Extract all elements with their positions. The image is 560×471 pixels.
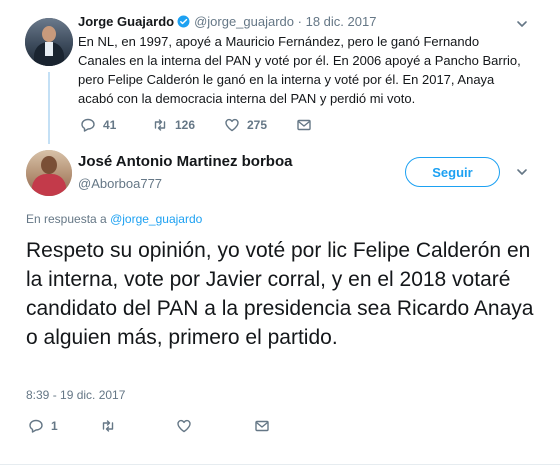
retweet-action[interactable]: 126	[152, 117, 224, 133]
reply-timestamp[interactable]: 8:39 - 19 dic. 2017	[26, 388, 125, 402]
envelope-icon	[254, 418, 270, 434]
like-count: 275	[247, 118, 268, 132]
reply-icon	[28, 418, 44, 434]
reply-count: 1	[51, 419, 58, 433]
reply-tweet-text: Respeto su opinión, yo voté por lic Feli…	[26, 239, 534, 349]
heart-icon	[176, 418, 192, 434]
parent-tweet-header: Jorge Guajardo @jorge_guajardo · 18 dic. …	[78, 14, 376, 29]
thread-connector-line	[48, 72, 50, 144]
reply-author-handle[interactable]: @Aborboa777	[78, 176, 162, 191]
retweet-icon	[152, 117, 168, 133]
reply-icon	[80, 117, 96, 133]
envelope-icon	[296, 117, 312, 133]
parent-tweet-date[interactable]: 18 dic. 2017	[306, 14, 377, 29]
parent-author-handle[interactable]: @jorge_guajardo	[194, 14, 294, 29]
avatar-jorge-guajardo[interactable]	[25, 18, 73, 66]
reply-context-prefix: En respuesta a	[26, 212, 107, 226]
retweet-count: 126	[175, 118, 196, 132]
dm-action[interactable]	[296, 117, 312, 133]
reply-author-name[interactable]: José Antonio Martinez borboa	[78, 153, 292, 170]
reply-to-link[interactable]: @jorge_guajardo	[110, 212, 202, 226]
reply-count: 41	[103, 118, 117, 132]
retweet-icon	[100, 418, 116, 434]
like-action[interactable]: 275	[224, 117, 296, 133]
reply-action[interactable]: 41	[80, 117, 152, 133]
reply-context: En respuesta a @jorge_guajardo	[26, 212, 202, 226]
header-separator: ·	[297, 14, 302, 29]
chevron-down-icon[interactable]	[516, 166, 528, 178]
parent-author-name[interactable]: Jorge Guajardo	[78, 14, 174, 29]
follow-button[interactable]: Seguir	[405, 157, 500, 187]
chevron-down-icon[interactable]	[516, 18, 528, 30]
retweet-action[interactable]	[100, 418, 176, 434]
avatar-jose-antonio[interactable]	[26, 150, 72, 196]
reply-action[interactable]: 1	[28, 418, 100, 434]
like-action[interactable]	[176, 418, 254, 434]
reply-tweet-actions: 1	[28, 418, 270, 434]
parent-tweet-text: En NL, en 1997, apoyé a Mauricio Fernánd…	[78, 34, 521, 106]
dm-action[interactable]	[254, 418, 270, 434]
verified-badge-icon	[177, 15, 190, 28]
parent-tweet-actions: 41 126 275	[80, 117, 312, 133]
bottom-divider	[0, 464, 560, 465]
heart-icon	[224, 117, 240, 133]
